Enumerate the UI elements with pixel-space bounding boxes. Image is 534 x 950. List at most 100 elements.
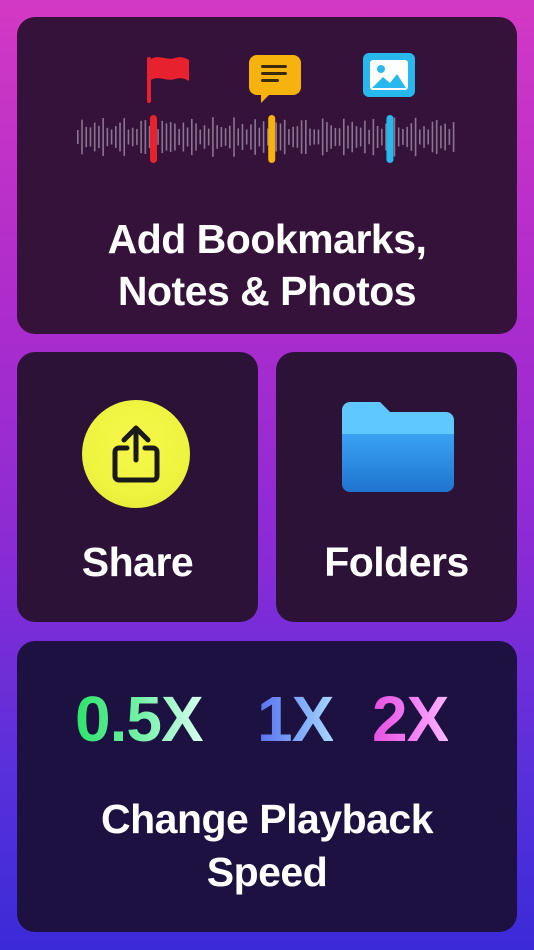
speed-title-line-2: Speed xyxy=(206,849,328,895)
waveform-bar xyxy=(203,125,206,149)
waveform-bar xyxy=(296,126,299,148)
waveform-marker xyxy=(386,115,394,163)
waveform-bar xyxy=(334,127,337,147)
folders-card[interactable]: Folders xyxy=(276,352,517,622)
waveform-bar xyxy=(237,128,240,146)
waveform-bar xyxy=(326,122,328,152)
waveform-bar xyxy=(220,127,223,147)
waveform-bar xyxy=(393,117,396,157)
waveform-bar xyxy=(136,129,138,145)
waveform-marker xyxy=(150,115,157,163)
speed-title-line-1: Change Playback xyxy=(100,796,434,842)
waveform-bar xyxy=(440,125,442,149)
waveform-bar xyxy=(364,120,366,154)
waveform-bar xyxy=(330,125,332,149)
waveform-bar xyxy=(347,125,349,149)
waveform-bar xyxy=(224,128,227,146)
waveform-bar xyxy=(431,121,434,153)
bookmarks-title: Add Bookmarks, Notes & Photos xyxy=(17,213,517,317)
waveform-bar xyxy=(106,127,109,147)
waveform-bar xyxy=(351,121,354,153)
waveform-bar xyxy=(423,126,425,148)
title-line-2: Notes & Photos xyxy=(117,268,417,314)
waveform-bar xyxy=(123,118,126,156)
waveform-bar xyxy=(419,129,421,145)
waveform-bar xyxy=(140,120,142,154)
waveform-bar xyxy=(182,122,185,152)
waveform-bar xyxy=(207,128,210,146)
waveform-bar xyxy=(254,119,256,155)
waveform-bar xyxy=(343,118,345,156)
waveform-bar xyxy=(368,129,370,145)
waveform-bar xyxy=(250,124,252,150)
waveform-bar xyxy=(178,128,180,146)
photo-icon xyxy=(363,53,415,102)
waveform-bar xyxy=(212,117,214,157)
playback-speed-card: 0.5X 1X 2X Change Playback Speed xyxy=(17,641,517,932)
waveform-bar xyxy=(309,128,311,146)
waveform-bar xyxy=(305,120,307,154)
waveform-bar xyxy=(157,129,159,145)
waveform-bar xyxy=(161,120,164,154)
waveform-bar xyxy=(229,125,231,149)
waveform-bar xyxy=(110,129,113,145)
share-icon xyxy=(112,425,160,483)
waveform-bar xyxy=(435,119,438,155)
waveform-bar xyxy=(241,123,244,151)
share-button[interactable] xyxy=(82,400,190,508)
waveform-bar xyxy=(131,127,134,147)
waveform-bar xyxy=(279,123,282,151)
waveform-bar xyxy=(275,122,278,152)
speed-options: 0.5X 1X 2X xyxy=(17,683,517,755)
waveform-bar xyxy=(338,128,341,146)
waveform-bar xyxy=(452,122,455,152)
waveform-bar xyxy=(81,119,83,155)
waveform-bar xyxy=(317,129,320,145)
audio-waveform xyxy=(77,115,455,163)
waveform-bar xyxy=(448,129,451,145)
flag-icon xyxy=(147,55,191,122)
title-line-1: Add Bookmarks, xyxy=(107,216,427,262)
note-icon xyxy=(249,53,301,110)
waveform-bar xyxy=(77,130,79,144)
share-card[interactable]: Share xyxy=(17,352,258,622)
waveform-bar xyxy=(191,118,193,156)
waveform-bar xyxy=(144,120,147,154)
waveform-bar xyxy=(216,125,218,149)
waveform-bar xyxy=(283,119,286,155)
playback-speed-title: Change Playback Speed xyxy=(17,793,517,899)
waveform-bar xyxy=(195,123,197,151)
waveform-bar xyxy=(127,129,130,145)
waveform-bar xyxy=(98,125,100,149)
waveform-bar xyxy=(186,127,189,147)
waveform-bar xyxy=(427,129,430,145)
waveform-bar xyxy=(300,120,303,154)
waveform-bar xyxy=(93,122,96,152)
waveform-bar xyxy=(245,129,248,145)
waveform-bar xyxy=(355,126,358,148)
waveform-bar xyxy=(292,126,294,148)
speed-option-normal[interactable]: 1X xyxy=(257,683,334,755)
waveform-bar xyxy=(376,125,379,149)
waveform-bar xyxy=(321,118,324,156)
waveform-bar xyxy=(406,126,408,148)
waveform-bar xyxy=(359,127,362,147)
waveform-bar xyxy=(372,118,375,156)
speed-option-half[interactable]: 0.5X xyxy=(75,683,204,755)
waveform-bar xyxy=(402,129,404,145)
waveform-bar xyxy=(89,127,92,147)
waveform-bar xyxy=(119,122,121,152)
waveform-bar xyxy=(288,129,290,145)
bookmarks-notes-photos-card: Add Bookmarks, Notes & Photos xyxy=(17,17,517,334)
waveform-bar xyxy=(199,129,202,145)
waveform-bar xyxy=(262,121,265,153)
waveform-bar xyxy=(381,128,383,146)
speed-option-double[interactable]: 2X xyxy=(372,683,449,755)
waveform-bar xyxy=(169,122,172,152)
waveform-bar xyxy=(397,127,400,147)
folders-label: Folders xyxy=(324,539,469,585)
folder-icon xyxy=(342,402,454,492)
waveform-bar xyxy=(115,126,117,148)
waveform-bar xyxy=(165,123,168,151)
waveform-bar xyxy=(102,118,104,156)
